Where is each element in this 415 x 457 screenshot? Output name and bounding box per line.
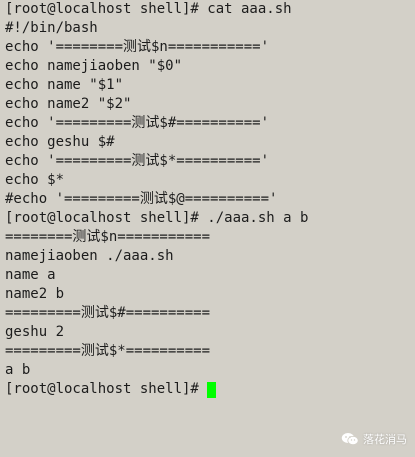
terminal-cursor[interactable]: [207, 381, 217, 398]
terminal-window[interactable]: [root@localhost shell]# cat aaa.sh #!/bi…: [0, 0, 415, 457]
terminal-line: =========测试$*==========: [5, 343, 211, 359]
terminal-line: =========测试$#==========: [5, 305, 211, 321]
terminal-line: a b: [5, 362, 31, 378]
terminal-line: #!/bin/bash: [5, 20, 98, 36]
terminal-line: geshu 2: [5, 324, 65, 340]
terminal-line: name2 b: [5, 286, 65, 302]
terminal-line: namejiaoben ./aaa.sh: [5, 248, 174, 264]
terminal-line: [root@localhost shell]# cat aaa.sh: [5, 1, 292, 17]
wechat-icon: [341, 433, 359, 446]
terminal-line: echo '=========测试$#==========': [5, 115, 270, 131]
terminal-line: name a: [5, 267, 56, 283]
terminal-line: echo geshu $#: [5, 134, 115, 150]
terminal-line: ========测试$n===========: [5, 229, 211, 245]
terminal-line: echo namejiaoben "$0": [5, 58, 183, 74]
terminal-line: #echo '=========测试$@==========': [5, 191, 278, 207]
terminal-line: echo name "$1": [5, 77, 124, 93]
watermark-text: 落花消马: [363, 433, 407, 446]
terminal-prompt-line[interactable]: [root@localhost shell]#: [5, 380, 308, 399]
terminal-line: echo '=========测试$*==========': [5, 153, 270, 169]
terminal-line: echo $*: [5, 172, 65, 188]
terminal-prompt: [root@localhost shell]#: [5, 381, 208, 397]
terminal-output: [root@localhost shell]# cat aaa.sh #!/bi…: [5, 0, 308, 399]
terminal-line: echo name2 "$2": [5, 96, 132, 112]
watermark: 落花消马: [341, 431, 407, 447]
terminal-line: echo '========测试$n===========': [5, 39, 270, 55]
terminal-line: [root@localhost shell]# ./aaa.sh a b: [5, 210, 309, 226]
